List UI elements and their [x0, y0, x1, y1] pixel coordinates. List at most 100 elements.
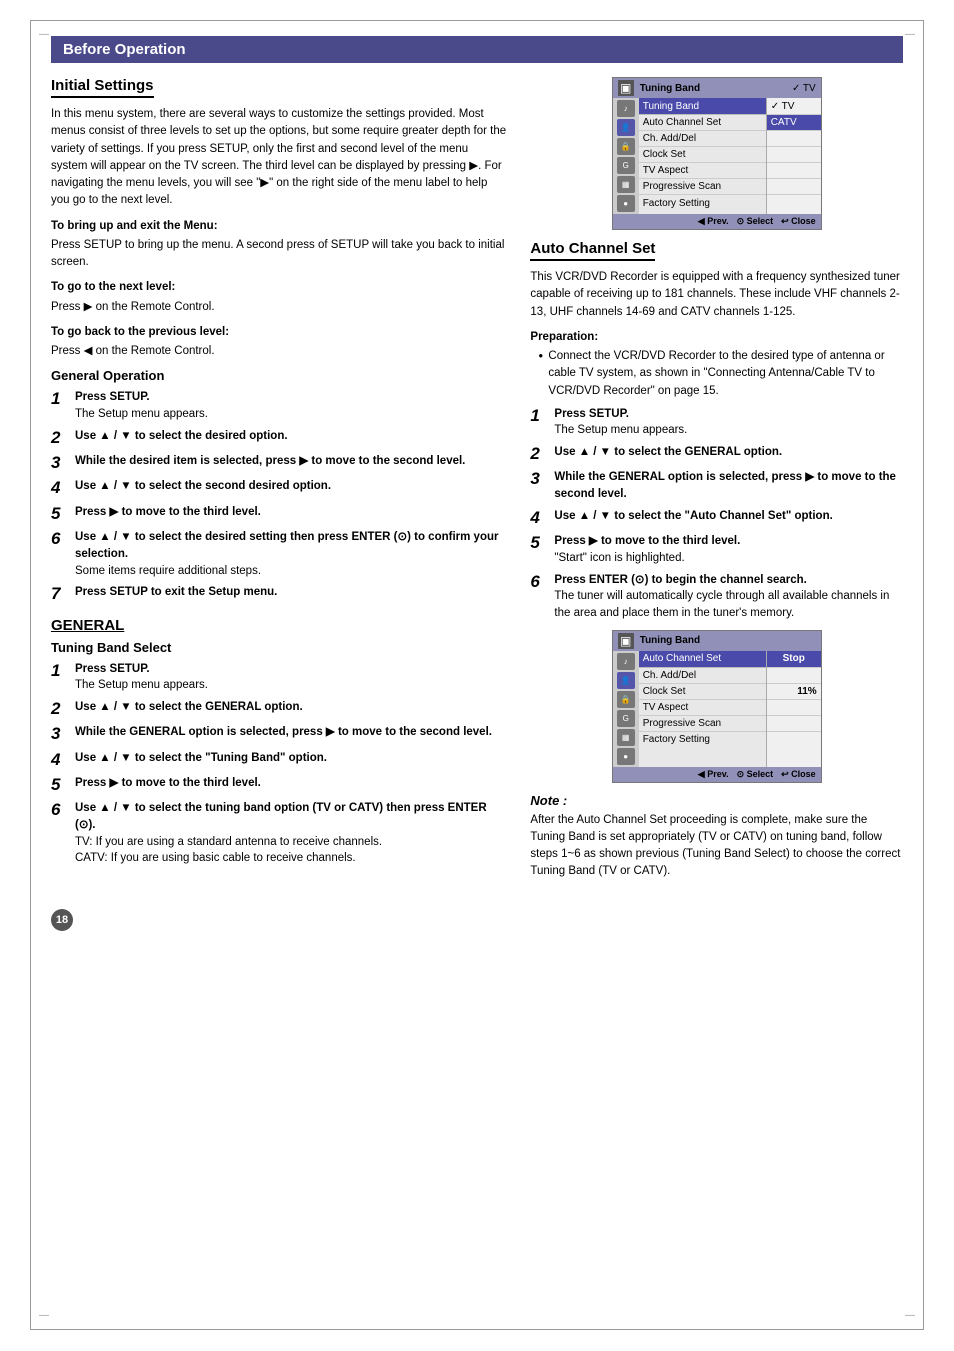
menu-top-bar-2: ▣ Tuning Band	[613, 631, 821, 651]
note-label: Note	[530, 793, 903, 808]
menu-diagram-2: ▣ Tuning Band ♪ 👤 🔒 G ▦ ●	[612, 630, 822, 783]
general-operation-steps: 1 Press SETUP.The Setup menu appears. 2 …	[51, 389, 506, 604]
menu-icon-general: ♪	[617, 100, 635, 117]
ac-step-5: 5 Press ▶ to move to the third level."St…	[530, 533, 903, 566]
prev-level-text: Press ◀ on the Remote Control.	[51, 343, 506, 360]
tb-step-6: 6 Use ▲ / ▼ to select the tuning band op…	[51, 800, 506, 867]
go-step-3: 3 While the desired item is selected, pr…	[51, 453, 506, 473]
next-level-label: To go to the next level:	[51, 279, 506, 296]
menu-bottom-2: ◀ Prev. ⊙ Select ↩ Close	[613, 767, 821, 782]
menu-select-1: ⊙ Select	[737, 216, 774, 227]
menu-prev-2: ◀ Prev.	[698, 769, 729, 780]
mi2-1: ♪	[617, 653, 635, 670]
menu-icon-1: ▣	[618, 80, 634, 96]
tb-step-2: 2 Use ▲ / ▼ to select the GENERAL option…	[51, 699, 506, 719]
right-column: ▣ Tuning Band ✓ TV ♪ 👤 🔒 G ▦ ●	[530, 77, 903, 889]
ac-step-6: 6 Press ENTER (⊙) to begin the channel s…	[530, 572, 903, 622]
menu-diagram-1-wrapper: ▣ Tuning Band ✓ TV ♪ 👤 🔒 G ▦ ●	[530, 77, 903, 230]
page-title: Before Operation	[63, 41, 186, 58]
menu-select-2: ⊙ Select	[737, 769, 774, 780]
menu-close-2: ↩ Close	[781, 769, 816, 780]
menu-icon-2: ▣	[618, 633, 634, 649]
menu-icons-1: ♪ 👤 🔒 G ▦ ●	[613, 98, 639, 214]
ac-step-3: 3 While the GENERAL option is selected, …	[530, 469, 903, 502]
corner-mark-br: —	[905, 1310, 915, 1321]
menu-icon-4: G	[617, 157, 635, 174]
tb-step-5: 5 Press ▶ to move to the third level.	[51, 775, 506, 795]
note-text: After the Auto Channel Set proceeding is…	[530, 812, 903, 881]
ac-step-4: 4 Use ▲ / ▼ to select the "Auto Channel …	[530, 508, 903, 528]
mi2-5: ▦	[617, 729, 635, 746]
initial-settings-title: Initial Settings	[51, 77, 154, 98]
menu-val-empty-2b	[767, 700, 821, 716]
left-column: Initial Settings In this menu system, th…	[51, 77, 506, 889]
m2-item-ch: Ch. Add/Del	[639, 668, 766, 684]
m2-item-auto: Auto Channel Set	[639, 651, 766, 668]
preparation-list: Connect the VCR/DVD Recorder to the desi…	[530, 348, 903, 400]
menu-icon-5: ▦	[617, 176, 635, 193]
menu-icons-2: ♪ 👤 🔒 G ▦ ●	[613, 651, 639, 767]
menu-tuning-band-2: Tuning Band	[640, 635, 700, 646]
next-level-text: Press ▶ on the Remote Control.	[51, 299, 506, 316]
menu-close-1: ↩ Close	[781, 216, 816, 227]
menu-items-2: Auto Channel Set Ch. Add/Del Clock Set T…	[639, 651, 766, 767]
menu-val-catv: CATV	[767, 115, 821, 131]
menu-diagram-1: ▣ Tuning Band ✓ TV ♪ 👤 🔒 G ▦ ●	[612, 77, 822, 230]
menu-icon-active: 👤	[617, 119, 635, 136]
m2-item-prog: Progressive Scan	[639, 716, 766, 732]
corner-mark-tr: —	[905, 29, 915, 40]
menu-val-empty1	[767, 131, 821, 147]
corner-mark-tl: —	[39, 29, 49, 40]
menu-values-2: Stop 11%	[766, 651, 821, 767]
go-step-4: 4 Use ▲ / ▼ to select the second desired…	[51, 478, 506, 498]
go-step-7: 7 Press SETUP to exit the Setup menu.	[51, 584, 506, 604]
go-step-5: 5 Press ▶ to move to the third level.	[51, 504, 506, 524]
mi2-6: ●	[617, 748, 635, 765]
menu-val-tv: ✓ TV	[767, 98, 821, 115]
tuning-band-steps: 1 Press SETUP.The Setup menu appears. 2 …	[51, 661, 506, 868]
menu-item-auto-ch: Auto Channel Set	[639, 115, 766, 131]
general-section-title: GENERAL	[51, 617, 506, 634]
go-step-2: 2 Use ▲ / ▼ to select the desired option…	[51, 428, 506, 448]
menu-item-tv-aspect: TV Aspect	[639, 163, 766, 179]
bring-up-text: Press SETUP to bring up the menu. A seco…	[51, 237, 506, 272]
menu-top-bar-1: ▣ Tuning Band ✓ TV	[613, 78, 821, 98]
menu-prev-1: ◀ Prev.	[698, 216, 729, 227]
ac-step-2: 2 Use ▲ / ▼ to select the GENERAL option…	[530, 444, 903, 464]
preparation-label: Preparation:	[530, 329, 903, 346]
auto-channel-steps: 1 Press SETUP.The Setup menu appears. 2 …	[530, 406, 903, 622]
menu-selected-value: ✓ TV	[792, 83, 816, 94]
menu-item-factory: Factory Setting	[639, 195, 766, 211]
menu-values-1: ✓ TV CATV	[766, 98, 821, 214]
bring-up-label: To bring up and exit the Menu:	[51, 218, 506, 235]
menu-tuning-band-label: Tuning Band	[640, 83, 700, 94]
mi2-2: 👤	[617, 672, 635, 689]
page-number-wrapper: 18	[51, 899, 903, 931]
menu-val-empty4	[767, 179, 821, 195]
menu-item-tuning-band: Tuning Band	[639, 98, 766, 115]
menu-val-percent: 11%	[767, 684, 821, 700]
menu-items-1: Tuning Band Auto Channel Set Ch. Add/Del…	[639, 98, 766, 214]
ac-step-1: 1 Press SETUP.The Setup menu appears.	[530, 406, 903, 439]
go-step-6: 6 Use ▲ / ▼ to select the desired settin…	[51, 529, 506, 579]
header-bar: Before Operation	[51, 36, 903, 63]
initial-settings-intro: In this menu system, there are several w…	[51, 106, 506, 210]
general-operation-title: General Operation	[51, 368, 506, 383]
menu-icon-6: ●	[617, 195, 635, 212]
menu-val-empty5	[767, 195, 821, 211]
menu-item-clock: Clock Set	[639, 147, 766, 163]
preparation-bullet: Connect the VCR/DVD Recorder to the desi…	[538, 348, 903, 400]
menu-val-empty2	[767, 147, 821, 163]
mi2-4: G	[617, 710, 635, 727]
tb-step-1: 1 Press SETUP.The Setup menu appears.	[51, 661, 506, 694]
menu-item-prog-scan: Progressive Scan	[639, 179, 766, 195]
m2-item-factory: Factory Setting	[639, 732, 766, 748]
go-step-1: 1 Press SETUP.The Setup menu appears.	[51, 389, 506, 422]
menu-item-ch-add: Ch. Add/Del	[639, 131, 766, 147]
m2-item-clock: Clock Set	[639, 684, 766, 700]
auto-channel-title: Auto Channel Set	[530, 240, 655, 261]
menu-diagram-2-wrapper: ▣ Tuning Band ♪ 👤 🔒 G ▦ ●	[530, 630, 903, 783]
main-content: Initial Settings In this menu system, th…	[51, 77, 903, 889]
menu-val-empty-2a	[767, 668, 821, 684]
m2-item-tv: TV Aspect	[639, 700, 766, 716]
